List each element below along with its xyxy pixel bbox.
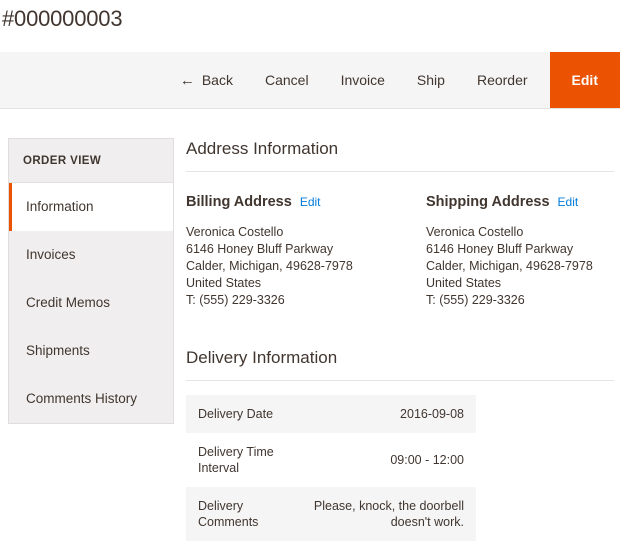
shipping-address-title: Shipping Address bbox=[426, 194, 550, 210]
page-content: ORDER VIEW Information Invoices Credit M… bbox=[0, 110, 620, 541]
delivery-time-interval-label: Delivery Time Interval bbox=[198, 445, 274, 475]
delivery-information-table: Delivery Date 2016-09-08 Delivery Time I… bbox=[186, 395, 476, 541]
sidebar-item-shipments[interactable]: Shipments bbox=[9, 327, 173, 375]
edit-button[interactable]: Edit bbox=[549, 52, 620, 108]
shipping-address-line: Calder, Michigan, 49628-7978 bbox=[426, 259, 593, 273]
invoice-button[interactable]: Invoice bbox=[325, 64, 401, 96]
sidebar-item-credit-memos[interactable]: Credit Memos bbox=[9, 279, 173, 327]
address-columns: Billing Address Edit Veronica Costello 6… bbox=[186, 194, 614, 309]
billing-address-line: Calder, Michigan, 49628-7978 bbox=[186, 259, 353, 273]
reorder-button[interactable]: Reorder bbox=[461, 64, 544, 96]
shipping-address-title-row: Shipping Address Edit bbox=[426, 194, 614, 210]
billing-address-edit-link[interactable]: Edit bbox=[300, 195, 321, 209]
billing-address-block: Billing Address Edit Veronica Costello 6… bbox=[186, 194, 426, 309]
shipping-address-block: Shipping Address Edit Veronica Costello … bbox=[426, 194, 614, 309]
order-information-panel: Address Information Billing Address Edit… bbox=[186, 138, 614, 541]
page-actions-toolbar: ← Back Cancel Invoice Ship Reorder Edit bbox=[0, 52, 620, 109]
billing-address-lines: Veronica Costello 6146 Honey Bluff Parkw… bbox=[186, 224, 426, 309]
page-title: #000000003 bbox=[2, 6, 123, 31]
delivery-date-label: Delivery Date bbox=[198, 407, 274, 421]
billing-address-title-row: Billing Address Edit bbox=[186, 194, 426, 210]
shipping-address-line: Veronica Costello bbox=[426, 225, 524, 239]
shipping-address-lines: Veronica Costello 6146 Honey Bluff Parkw… bbox=[426, 224, 614, 309]
shipping-address-edit-link[interactable]: Edit bbox=[558, 195, 579, 209]
shipping-address-line: T: (555) 229-3326 bbox=[426, 293, 525, 307]
delivery-information-section: Delivery Information Delivery Date 2016-… bbox=[186, 347, 614, 541]
delivery-information-heading: Delivery Information bbox=[186, 347, 614, 381]
sidebar-title: ORDER VIEW bbox=[9, 139, 173, 183]
arrow-left-icon: ← bbox=[179, 71, 195, 89]
ship-button[interactable]: Ship bbox=[401, 64, 461, 96]
billing-address-line: Veronica Costello bbox=[186, 225, 284, 239]
billing-address-line: T: (555) 229-3326 bbox=[186, 293, 285, 307]
shipping-address-line: United States bbox=[426, 276, 502, 290]
sidebar-item-comments-history[interactable]: Comments History bbox=[9, 375, 173, 423]
billing-address-title: Billing Address bbox=[186, 194, 292, 210]
delivery-date-value: 2016-09-08 bbox=[400, 407, 464, 421]
sidebar-item-invoices[interactable]: Invoices bbox=[9, 231, 173, 279]
sidebar-item-information[interactable]: Information bbox=[9, 183, 173, 231]
cancel-button[interactable]: Cancel bbox=[249, 64, 325, 96]
table-row: Delivery Date 2016-09-08 bbox=[186, 395, 476, 433]
address-information-heading: Address Information bbox=[186, 138, 614, 172]
delivery-time-interval-value: 09:00 - 12:00 bbox=[390, 453, 464, 467]
order-view-sidebar: ORDER VIEW Information Invoices Credit M… bbox=[8, 138, 174, 424]
back-button[interactable]: ← Back bbox=[170, 64, 249, 96]
back-button-label: Back bbox=[201, 72, 233, 88]
table-row: Delivery Time Interval 09:00 - 12:00 bbox=[186, 433, 476, 487]
shipping-address-line: 6146 Honey Bluff Parkway bbox=[426, 242, 574, 256]
billing-address-line: United States bbox=[186, 276, 262, 290]
billing-address-line: 6146 Honey Bluff Parkway bbox=[186, 242, 334, 256]
